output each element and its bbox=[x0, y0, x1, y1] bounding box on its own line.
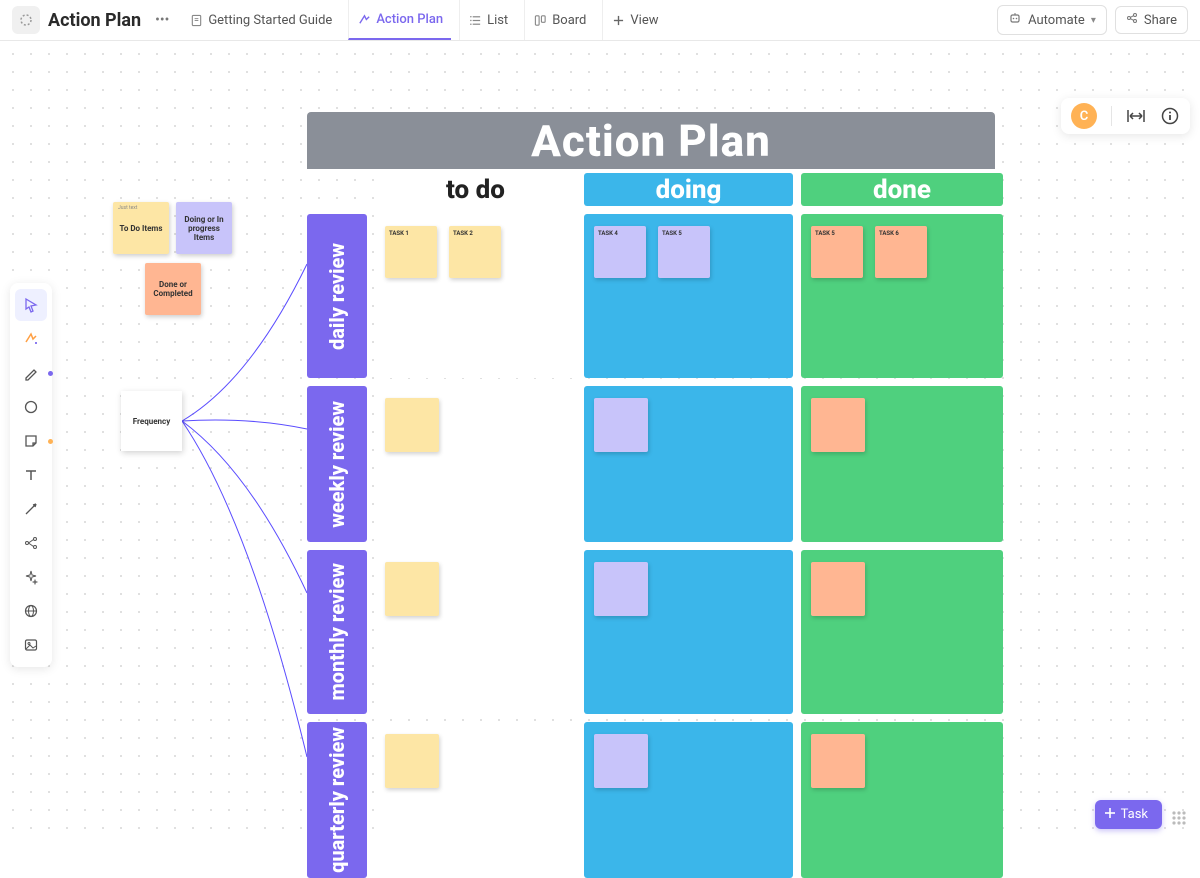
web-tool[interactable] bbox=[15, 595, 47, 627]
board-titlebar: Action Plan bbox=[307, 112, 995, 169]
row-head-monthly: monthly review bbox=[307, 550, 367, 714]
shape-tool[interactable] bbox=[15, 391, 47, 423]
cell-monthly-done[interactable] bbox=[801, 550, 1003, 714]
whiteboard-canvas[interactable]: Just text To Do Items Doing or In progre… bbox=[0, 41, 1200, 843]
cell-weekly-doing[interactable] bbox=[584, 386, 793, 542]
drawing-toolbar bbox=[10, 283, 52, 667]
tab-label: Action Plan bbox=[376, 12, 443, 27]
cell-weekly-done[interactable] bbox=[801, 386, 1003, 542]
board-grid: to do doing done daily review TASK 1 TAS… bbox=[307, 173, 995, 878]
legend-doing-sticky[interactable]: Doing or In progress Items bbox=[176, 202, 232, 254]
sticky-tool[interactable] bbox=[15, 425, 47, 457]
pen-tool[interactable] bbox=[15, 357, 47, 389]
col-head-doing: doing bbox=[584, 173, 793, 206]
info-icon[interactable] bbox=[1160, 106, 1180, 126]
cell-quarterly-todo[interactable] bbox=[375, 722, 576, 878]
topbar: Action Plan ••• Getting Started Guide Ac… bbox=[0, 0, 1200, 41]
sticky-blank[interactable] bbox=[594, 562, 648, 616]
tab-action-plan[interactable]: Action Plan bbox=[348, 0, 451, 40]
sticky-task6[interactable]: TASK 6 bbox=[875, 226, 927, 278]
robot-icon bbox=[1008, 11, 1022, 29]
board-icon bbox=[533, 13, 547, 27]
cell-monthly-todo[interactable] bbox=[375, 550, 576, 714]
ai-tool[interactable] bbox=[15, 561, 47, 593]
frequency-card[interactable]: Frequency bbox=[121, 391, 182, 451]
row-head-weekly: weekly review bbox=[307, 386, 367, 542]
text-tool[interactable] bbox=[15, 459, 47, 491]
tab-board[interactable]: Board bbox=[524, 0, 594, 40]
tab-add-view[interactable]: View bbox=[602, 0, 666, 40]
list-icon bbox=[468, 13, 482, 27]
tab-list[interactable]: List bbox=[459, 0, 516, 40]
sticky-task2[interactable]: TASK 2 bbox=[449, 226, 501, 278]
cell-daily-todo[interactable]: TASK 1 TASK 2 bbox=[375, 214, 576, 378]
whiteboard-icon[interactable] bbox=[12, 6, 40, 34]
grid-corner bbox=[307, 173, 367, 206]
cell-daily-doing[interactable]: TASK 4 TASK 5 bbox=[584, 214, 793, 378]
create-task-button[interactable]: Task bbox=[1095, 800, 1162, 829]
sticky-blank[interactable] bbox=[594, 734, 648, 788]
tiny-label: Just text bbox=[118, 205, 137, 211]
generate-tool[interactable] bbox=[15, 323, 47, 355]
sticky-blank[interactable] bbox=[811, 398, 865, 452]
share-label: Share bbox=[1144, 13, 1177, 28]
sticky-task5[interactable]: TASK 5 bbox=[658, 226, 710, 278]
frequency-label: Frequency bbox=[133, 417, 170, 426]
cell-daily-done[interactable]: TASK 5 TASK 6 bbox=[801, 214, 1003, 378]
sticky-blank[interactable] bbox=[811, 562, 865, 616]
col-head-done: done bbox=[801, 173, 1003, 206]
tab-label: Board bbox=[552, 13, 586, 28]
image-tool[interactable] bbox=[15, 629, 47, 661]
sticky-blank[interactable] bbox=[594, 398, 648, 452]
tab-label: List bbox=[487, 13, 508, 28]
select-tool[interactable] bbox=[15, 289, 47, 321]
mindmap-tool[interactable] bbox=[15, 527, 47, 559]
cell-quarterly-done[interactable] bbox=[801, 722, 1003, 878]
task-label: Task bbox=[1121, 807, 1148, 822]
legend-done-sticky[interactable]: Done or Completed bbox=[145, 263, 201, 315]
sticky-blank[interactable] bbox=[385, 562, 439, 616]
plus-icon bbox=[611, 13, 625, 27]
tab-guide[interactable]: Getting Started Guide bbox=[181, 0, 340, 40]
cell-monthly-doing[interactable] bbox=[584, 550, 793, 714]
doc-icon bbox=[189, 13, 203, 27]
action-plan-board: Action Plan to do doing done daily revie… bbox=[307, 112, 995, 878]
share-icon bbox=[1126, 12, 1138, 28]
avatar[interactable]: C bbox=[1071, 103, 1097, 129]
automate-button[interactable]: Automate ▾ bbox=[997, 5, 1107, 35]
presence-toolbar: C bbox=[1061, 98, 1190, 134]
page-title[interactable]: Action Plan bbox=[48, 10, 141, 31]
tab-label: View bbox=[630, 13, 658, 28]
share-button[interactable]: Share bbox=[1115, 6, 1188, 34]
sticky-blank[interactable] bbox=[385, 734, 439, 788]
cell-quarterly-doing[interactable] bbox=[584, 722, 793, 878]
board-title: Action Plan bbox=[531, 115, 771, 167]
legend-label: To Do Items bbox=[120, 224, 163, 233]
divider bbox=[1111, 106, 1112, 126]
legend-label: Done or Completed bbox=[149, 280, 197, 298]
legend-todo-sticky[interactable]: Just text To Do Items bbox=[113, 202, 169, 254]
automate-label: Automate bbox=[1028, 13, 1085, 28]
plus-icon bbox=[1105, 807, 1115, 822]
apps-icon[interactable] bbox=[1168, 807, 1190, 829]
sticky-blank[interactable] bbox=[811, 734, 865, 788]
sticky-task4[interactable]: TASK 4 bbox=[594, 226, 646, 278]
chevron-down-icon: ▾ bbox=[1091, 15, 1096, 26]
cell-weekly-todo[interactable] bbox=[375, 386, 576, 542]
sticky-task1[interactable]: TASK 1 bbox=[385, 226, 437, 278]
whiteboard-tab-icon bbox=[357, 12, 371, 26]
sticky-blank[interactable] bbox=[385, 398, 439, 452]
col-head-todo: to do bbox=[375, 173, 576, 206]
tab-label: Getting Started Guide bbox=[208, 13, 332, 28]
row-head-daily: daily review bbox=[307, 214, 367, 378]
connector-tool[interactable] bbox=[15, 493, 47, 525]
more-icon[interactable]: ••• bbox=[151, 12, 173, 28]
legend-label: Doing or In progress Items bbox=[180, 215, 228, 242]
sticky-task5b[interactable]: TASK 5 bbox=[811, 226, 863, 278]
row-head-quarterly: quarterly review bbox=[307, 722, 367, 878]
fit-width-icon[interactable] bbox=[1126, 106, 1146, 126]
